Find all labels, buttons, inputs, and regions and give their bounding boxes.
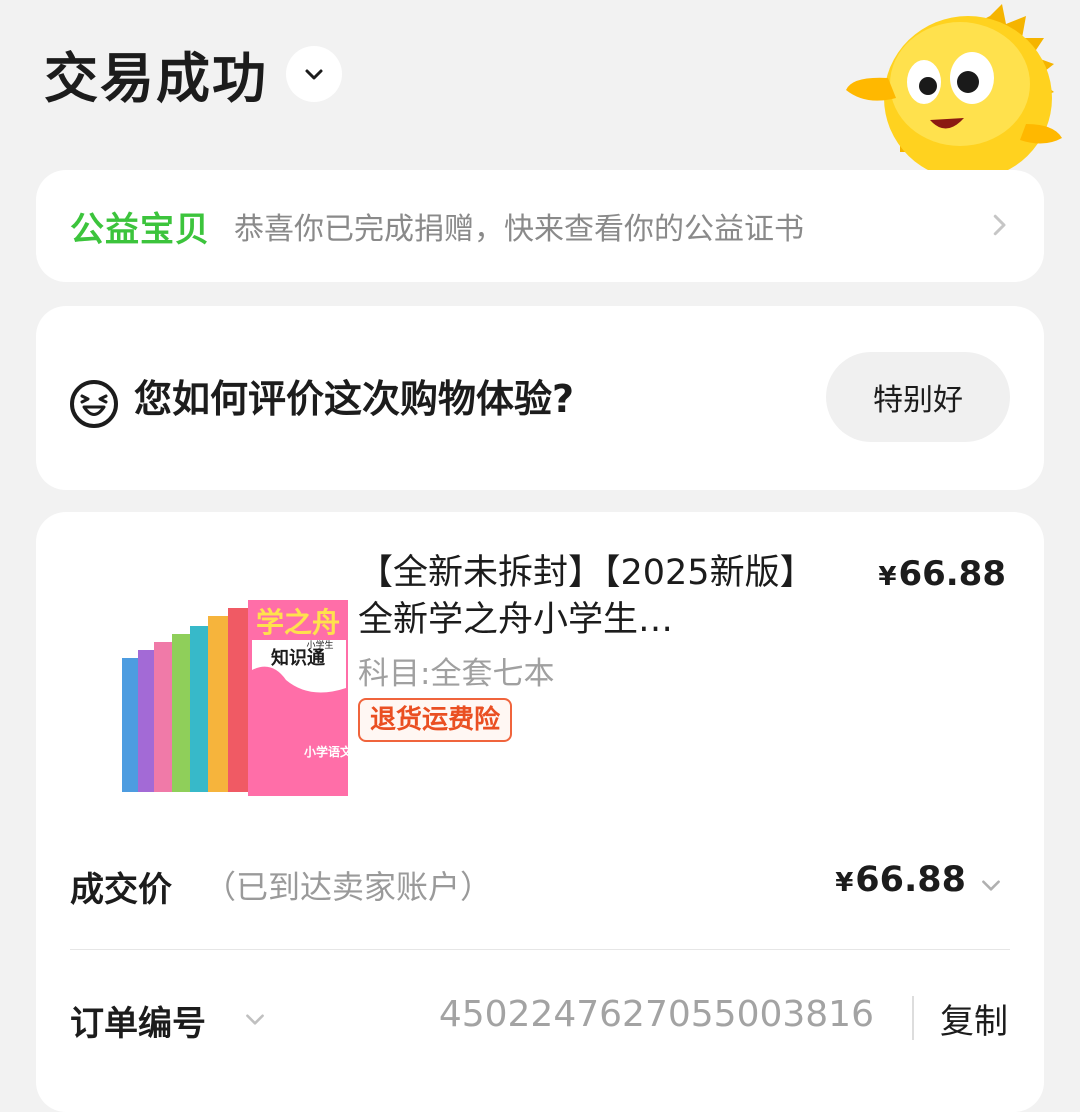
rating-question: 您如何评价这次购物体验? [134,377,575,421]
deal-price-value: 66.88 [855,860,966,900]
charity-banner[interactable]: 公益宝贝 恭喜你已完成捐赠，快来查看你的公益证书 [36,170,1044,282]
book-subtitle: 小学生 [306,639,333,651]
deal-price[interactable]: ¥66.88 [835,860,966,900]
deal-price-label: 成交价 [70,870,172,910]
book-subject: 小学语文 [304,744,353,759]
laughing-face-icon [70,380,118,428]
chevron-down-icon [305,69,323,79]
mascot-icon [846,4,1062,172]
separator [912,996,914,1040]
chevron-down-icon[interactable] [242,1006,268,1032]
order-number-value: 4502247627055003816 [438,994,874,1035]
product-title[interactable]: 【全新未拆封】【2025新版】全新学之舟小学生… [358,550,828,644]
rating-card: 您如何评价这次购物体验? 特别好 [36,306,1044,490]
order-number-label: 订单编号 [70,1004,206,1044]
currency-symbol: ¥ [878,562,897,592]
rating-excellent-button[interactable]: 特别好 [826,352,1010,442]
product-sku: 科目:全套七本 [358,656,555,692]
book-brand: 学之舟 [256,606,340,639]
currency-symbol: ¥ [835,868,854,898]
status-toggle-button[interactable] [286,45,342,102]
product-price-value: 66.88 [898,554,1006,594]
divider [70,949,1010,950]
charity-tag: 公益宝贝 [70,209,210,250]
page-title: 交易成功 [44,47,268,110]
chevron-down-icon[interactable] [978,872,1004,898]
page-header: 交易成功 [44,34,342,113]
order-card: 学之舟 知识通 小学生 小学语文 【全新未拆封】【2025新版】全新学之舟小学生… [36,512,1044,1112]
chevron-right-icon [993,214,1006,236]
product-price: ¥66.88 [878,554,1006,594]
product-thumbnail[interactable]: 学之舟 知识通 小学生 小学语文 [76,560,356,810]
deal-price-note: （已到达卖家账户） [204,868,493,906]
copy-order-number-button[interactable]: 复制 [940,994,1008,1043]
charity-message: 恭喜你已完成捐赠，快来查看你的公益证书 [234,212,804,247]
return-shipping-insurance-badge[interactable]: 退货运费险 [358,698,513,742]
